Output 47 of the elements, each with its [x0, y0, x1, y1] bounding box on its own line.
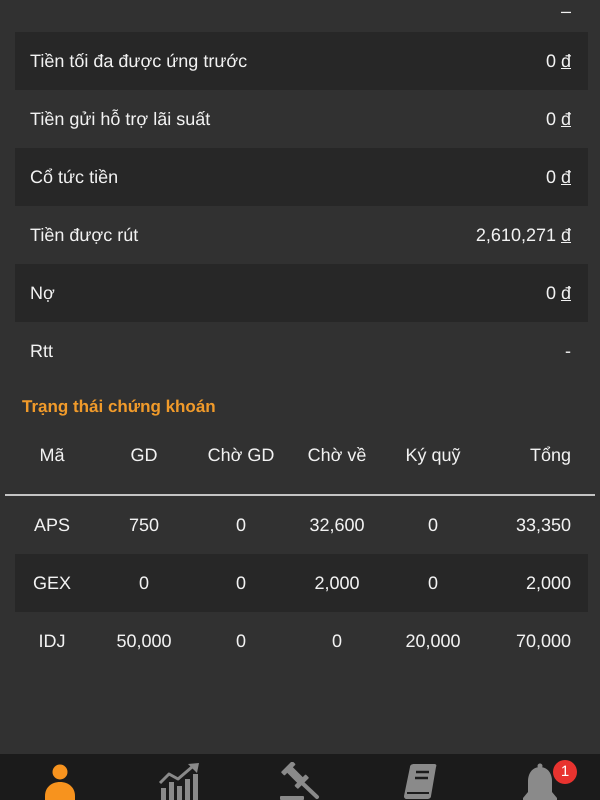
table-cell-text: 70,000	[516, 630, 571, 652]
row-label: Nợ	[30, 282, 55, 304]
table-cell-text: 32,600	[309, 514, 365, 536]
column-header: Tổng	[530, 444, 571, 467]
stock-symbol: GEX	[32, 572, 71, 594]
amount-value: 0	[546, 282, 556, 304]
currency-symbol: đ	[560, 50, 571, 72]
amount-value: 0	[546, 166, 556, 188]
stock-symbol: APS	[34, 514, 70, 536]
table-cell-text: 0	[236, 572, 246, 594]
column-header: Ký quỹ	[405, 444, 461, 467]
table-cell-text: 0	[236, 514, 246, 536]
column-header: GD	[130, 444, 158, 466]
amount-value: -	[565, 340, 571, 362]
currency-symbol: đ	[560, 282, 571, 304]
notification-badge: 1	[553, 760, 577, 784]
row-label: Tiền tối đa được ứng trước	[30, 50, 248, 73]
table-cell-text: 2,000	[526, 572, 571, 594]
table-cell-text: 0	[428, 572, 438, 594]
gavel-icon	[278, 762, 322, 800]
currency-symbol: đ	[560, 166, 571, 188]
amount-value: –	[560, 0, 571, 22]
table-cell-text: 2,000	[314, 572, 360, 594]
currency-symbol: đ	[560, 224, 571, 246]
table-cell-text: 0	[236, 630, 246, 652]
row-label: Cổ tức tiền	[30, 166, 118, 188]
nav-tab[interactable]: 1	[480, 754, 600, 800]
column-header: Mã	[39, 444, 64, 466]
row-label: Tiền được rút	[30, 224, 138, 246]
amount-value: 0	[546, 50, 556, 72]
row-label: Rtt	[30, 340, 54, 362]
table-cell-text: 33,350	[516, 514, 571, 536]
table-cell-text: 20,000	[405, 630, 461, 652]
stock-symbol: IDJ	[38, 630, 66, 652]
section-title: Trạng thái chứng khoán	[22, 397, 216, 416]
table-cell-text: 0	[428, 514, 438, 536]
amount-value: 2,610,271	[476, 224, 556, 246]
column-header: Chờ GD	[208, 444, 274, 466]
row-label: Tiền gửi hỗ trợ lãi suất	[30, 108, 210, 131]
amount-value: 0	[546, 108, 556, 130]
table-cell-text: 750	[128, 514, 160, 536]
table-cell-text: 0	[138, 572, 149, 594]
chart-icon	[158, 762, 202, 800]
table-cell-text: 50,000	[116, 630, 172, 652]
column-header: Chờ về	[308, 444, 366, 466]
table-cell-text: 0	[332, 630, 342, 652]
currency-symbol: đ	[560, 108, 571, 130]
